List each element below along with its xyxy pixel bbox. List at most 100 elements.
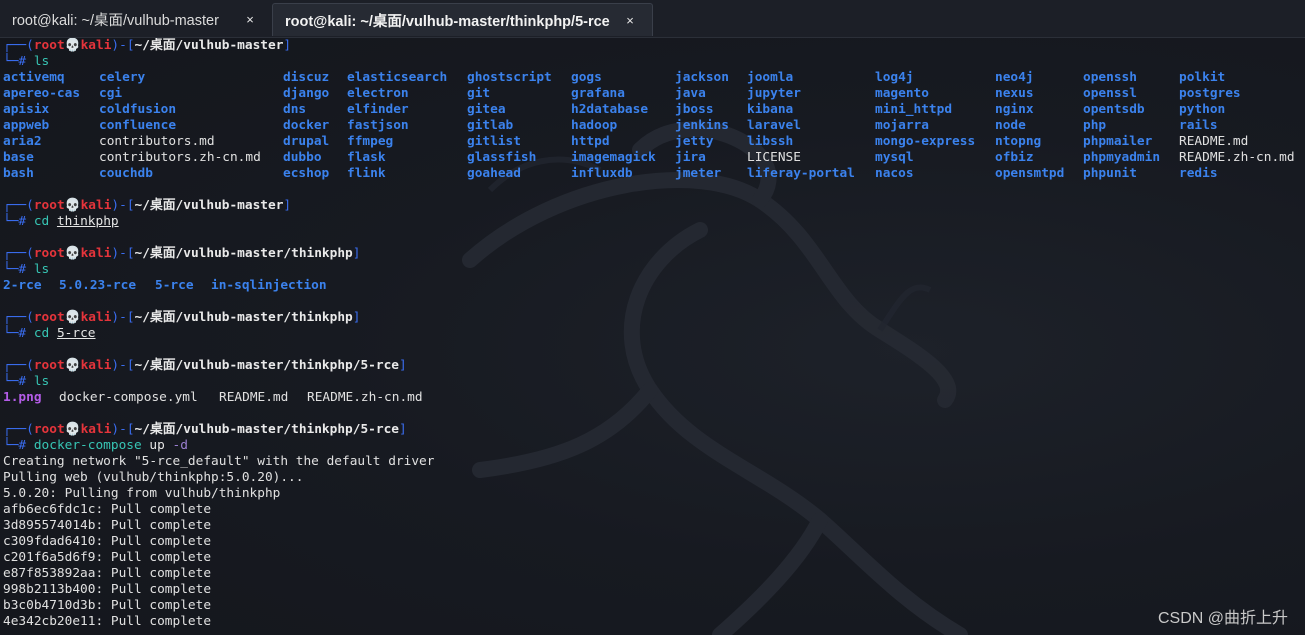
prompt-header: ┌──(root💀kali)-[~/桌面/vulhub-master/think… (3, 246, 1303, 262)
tab-5-rce[interactable]: root@kali: ~/桌面/vulhub-master/thinkphp/5… (272, 3, 653, 36)
output-line: c201f6a5d6f9: Pull complete (3, 550, 1303, 566)
prompt-frame: ┌──( (3, 38, 34, 53)
listing-row: bash couchdb ecshop flink goahead influxdb jme… (3, 166, 1303, 182)
listing-entry: gitea (467, 102, 506, 117)
close-icon[interactable]: × (622, 12, 638, 28)
command-line: └─# cd thinkphp (3, 214, 1303, 230)
prompt-frame: ┌──( (3, 246, 34, 261)
listing-entry: log4j (875, 70, 914, 85)
output-line: c309fdad6410: Pull complete (3, 534, 1303, 550)
listing-entry: ghostscript (467, 70, 552, 85)
listing-entry: elasticsearch (347, 70, 448, 85)
command-token: docker-compose (33, 438, 142, 453)
listing-entry: flink (347, 166, 386, 181)
output-line: 5.0.20: Pulling from vulhub/thinkphp (3, 486, 1303, 502)
output-text: b3c0b4710d3b: Pull complete (3, 598, 212, 613)
listing-entry: dubbo (283, 150, 322, 165)
prompt-header: ┌──(root💀kali)-[~/桌面/vulhub-master/think… (3, 310, 1303, 326)
listing-entry: neo4j (995, 70, 1034, 85)
output-line: Creating network "5-rce_default" with th… (3, 454, 1303, 470)
prompt-host: kali (80, 38, 112, 53)
prompt-host: kali (80, 246, 112, 261)
skull-icon: 💀 (64, 38, 81, 53)
listing-row: aria2 contributors.md drupal ffmpeg gitlist h… (3, 134, 1303, 150)
prompt-host: kali (80, 422, 112, 437)
listing-entry: 2-rce (3, 278, 42, 293)
prompt-user: root (33, 358, 65, 373)
output-line: Pulling web (vulhub/thinkphp:5.0.20)... (3, 470, 1303, 486)
listing-entry: laravel (747, 118, 801, 133)
listing-entry: phpunit (1083, 166, 1137, 181)
listing-entry: mini_httpd (875, 102, 953, 117)
listing-entry: influxdb (571, 166, 633, 181)
listing-row: base contributors.zh-cn.md dubbo flask glass… (3, 150, 1303, 166)
command-token (49, 214, 57, 229)
prompt-frame: )-[ (111, 38, 135, 53)
listing-entry: cgi (99, 86, 123, 101)
listing-entry: jetty (675, 134, 714, 149)
listing-entry: README.md (1179, 134, 1249, 149)
prompt-path: ~/桌面/vulhub-master/thinkphp (134, 246, 353, 261)
listing-entry: ffmpeg (347, 134, 394, 149)
listing-entry: gogs (571, 70, 602, 85)
prompt-path: ~/桌面/vulhub-master/thinkphp/5-rce (134, 358, 399, 373)
command-token: ls (33, 54, 50, 69)
listing-entry: in-sqlinjection (211, 278, 327, 293)
command-token: 5-rce (56, 326, 96, 341)
listing-entry: glassfish (467, 150, 537, 165)
listing-entry: opensmtpd (995, 166, 1065, 181)
listing-entry: ecshop (283, 166, 330, 181)
listing-entry: phpmyadmin (1083, 150, 1161, 165)
tab-label: root@kali: ~/桌面/vulhub-master (12, 13, 219, 29)
output-text: 4e342cb20e11: Pull complete (3, 614, 212, 629)
listing-entry: java (675, 86, 706, 101)
skull-icon: 💀 (64, 198, 81, 213)
listing-entry: base (3, 150, 34, 165)
prompt-header: ┌──(root💀kali)-[~/桌面/vulhub-master/think… (3, 358, 1303, 374)
listing-entry: apereo-cas (3, 86, 81, 101)
listing-entry: 5-rce (155, 278, 194, 293)
command-token: cd (33, 326, 50, 341)
command-token: cd (33, 214, 50, 229)
listing-entry: openssh (1083, 70, 1137, 85)
command-line: └─# ls (3, 374, 1303, 390)
listing-row: appweb confluence docker fastjson gitlab hado… (3, 118, 1303, 134)
command-token (49, 326, 57, 341)
output-text: 998b2113b400: Pull complete (3, 582, 212, 597)
listing-entry: jmeter (675, 166, 722, 181)
prompt-frame: ┌──( (3, 198, 34, 213)
output-text: 3d895574014b: Pull complete (3, 518, 212, 533)
listing-entry: gitlab (467, 118, 514, 133)
prompt-path: ~/桌面/vulhub-master/thinkphp (134, 310, 353, 325)
listing-entry: hadoop (571, 118, 618, 133)
listing-entry: confluence (99, 118, 177, 133)
prompt-frame: ] (398, 358, 407, 373)
prompt-frame: )-[ (111, 358, 135, 373)
terminal-output[interactable]: ┌──(root💀kali)-[~/桌面/vulhub-master] └─# l… (3, 38, 1303, 630)
listing-entry: README.md (219, 390, 289, 405)
listing-entry: jupyter (747, 86, 801, 101)
prompt-host: kali (80, 310, 112, 325)
skull-icon: 💀 (64, 422, 81, 437)
output-text: 5.0.20: Pulling from vulhub/thinkphp (3, 486, 281, 501)
listing-entry: goahead (467, 166, 521, 181)
prompt-path: ~/桌面/vulhub-master/thinkphp/5-rce (134, 422, 399, 437)
listing-entry: magento (875, 86, 929, 101)
prompt-frame: ┌──( (3, 422, 34, 437)
listing-entry: bash (3, 166, 34, 181)
listing-entry: liferay-portal (747, 166, 855, 181)
listing-entry: nacos (875, 166, 914, 181)
prompt-host: kali (80, 358, 112, 373)
listing-entry: php (1083, 118, 1107, 133)
command-line: └─# ls (3, 54, 1303, 70)
listing-entry: couchdb (99, 166, 153, 181)
listing-entry: jboss (675, 102, 714, 117)
command-token: -d (172, 438, 188, 453)
listing-entry: README.zh-cn.md (1179, 150, 1295, 165)
prompt-frame: )-[ (111, 310, 135, 325)
tab-vulhub-master[interactable]: root@kali: ~/桌面/vulhub-master × (0, 3, 272, 36)
prompt-path: ~/桌面/vulhub-master (134, 38, 284, 53)
listing-row: 1.png docker-compose.yml README.md README.z… (3, 390, 1303, 406)
close-icon[interactable]: × (242, 12, 258, 28)
